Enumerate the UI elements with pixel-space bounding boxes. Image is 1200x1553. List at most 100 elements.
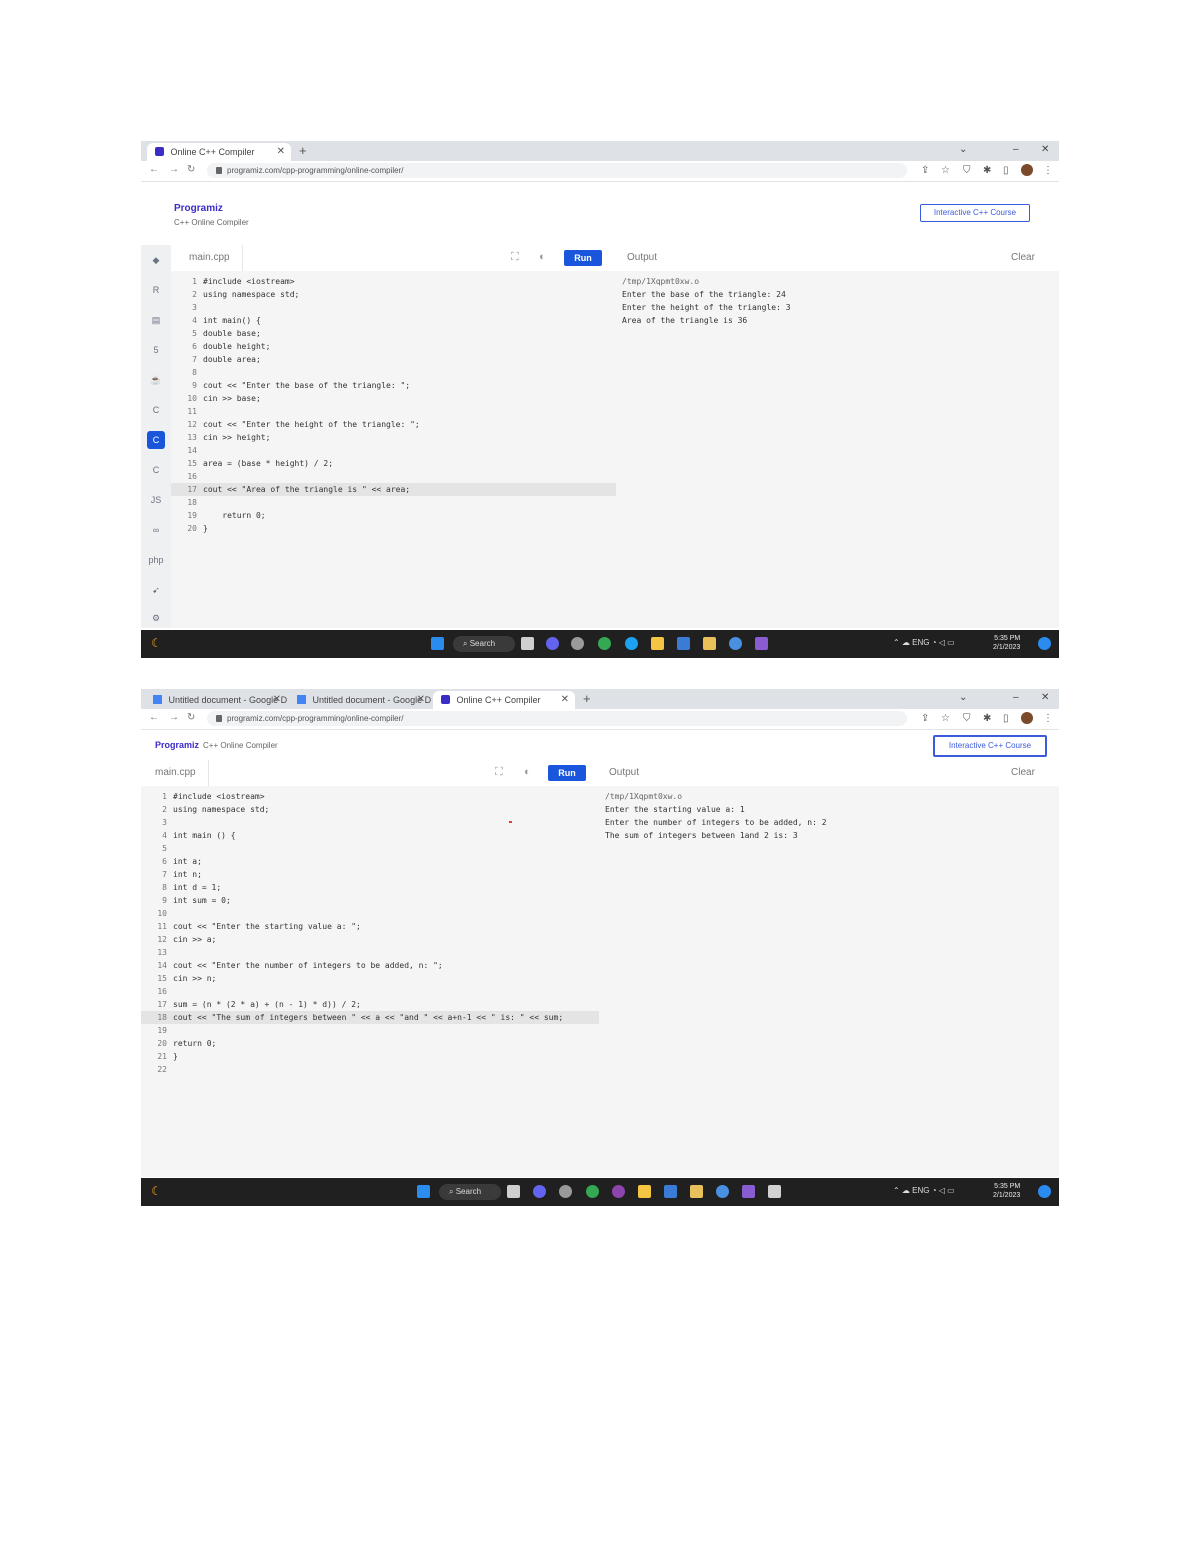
new-tab-button[interactable]: + — [299, 143, 307, 159]
taskbar-search[interactable]: ⌕ Search — [439, 1184, 501, 1200]
code-line[interactable]: 16 — [141, 985, 599, 998]
menu-icon[interactable]: ⋮ — [1043, 165, 1053, 176]
star-icon[interactable]: ☆ — [941, 713, 950, 724]
app-icon[interactable] — [768, 1185, 781, 1198]
run-button[interactable]: Run — [548, 765, 586, 781]
star-icon[interactable]: ☆ — [941, 165, 950, 176]
code-line[interactable]: 20} — [171, 522, 616, 535]
code-line[interactable]: 18 — [171, 496, 616, 509]
code-line[interactable]: 7 double area; — [171, 353, 616, 366]
code-line[interactable]: 14 — [171, 444, 616, 457]
browser-tab-0[interactable]: Untitled document - Google Docs ✕ — [145, 691, 287, 709]
code-line[interactable]: 14 cout << "Enter the number of integers … — [141, 959, 599, 972]
close-window-icon[interactable]: ✕ — [1041, 692, 1049, 703]
theme-icon[interactable]: ◐ — [539, 251, 546, 263]
clear-button[interactable]: Clear — [1011, 245, 1035, 271]
sql-icon[interactable]: ▤ — [147, 311, 165, 329]
file-explorer-icon[interactable] — [638, 1185, 651, 1198]
extensions-icon[interactable]: ✱ — [983, 165, 991, 176]
interactive-course-button[interactable]: Interactive C++ Course — [920, 204, 1030, 222]
close-tab-icon[interactable]: ✕ — [417, 691, 425, 709]
taskbar-clock[interactable]: 5:35 PM 2/1/2023 — [993, 634, 1020, 652]
forward-icon[interactable]: → — [169, 712, 179, 723]
system-tray[interactable]: ⌃ ☁ ENG ◔ ◁ ▭ — [893, 1186, 955, 1195]
code-line[interactable]: 19 return 0; — [171, 509, 616, 522]
code-line[interactable]: 21} — [141, 1050, 599, 1063]
close-tab-icon[interactable]: ✕ — [273, 691, 281, 709]
programiz-logo[interactable]: Programiz — [155, 740, 199, 750]
close-tab-icon[interactable]: ✕ — [277, 143, 285, 161]
php-icon[interactable]: php — [147, 551, 165, 569]
chrome-icon[interactable] — [598, 637, 611, 650]
code-line[interactable]: 10 — [141, 907, 599, 920]
run-button[interactable]: Run — [564, 250, 602, 266]
clear-button[interactable]: Clear — [1011, 760, 1035, 786]
code-editor[interactable]: 1 #include <iostream> 2 using namespace std… — [171, 271, 616, 628]
code-line[interactable]: 17 sum = (n * (2 * a) + (n - 1) * d)) / 2… — [141, 998, 599, 1011]
shield-icon[interactable]: ⛉ — [963, 165, 971, 176]
url-input[interactable]: programiz.com/cpp-programming/online-com… — [207, 711, 907, 726]
visual-studio-icon[interactable] — [755, 637, 768, 650]
back-icon[interactable]: ← — [149, 164, 159, 175]
avatar[interactable] — [1021, 712, 1033, 724]
settings-icon[interactable] — [559, 1185, 572, 1198]
sidepanel-icon[interactable]: ▯ — [1003, 713, 1009, 724]
html-icon[interactable]: 5 — [147, 341, 165, 359]
avatar[interactable] — [1021, 164, 1033, 176]
taskbar-clock[interactable]: 5:35 PM 2/1/2023 — [993, 1182, 1020, 1200]
minimize-icon[interactable]: – — [1013, 144, 1019, 155]
teams-icon[interactable] — [533, 1185, 546, 1198]
chevron-down-icon[interactable]: ⌄ — [959, 144, 967, 155]
task-view-icon[interactable] — [521, 637, 534, 650]
code-line[interactable]: 22 — [141, 1063, 599, 1076]
code-line[interactable]: 19 — [141, 1024, 599, 1037]
code-line[interactable]: 20 return 0; — [141, 1037, 599, 1050]
app-icon[interactable] — [703, 637, 716, 650]
cpp-icon[interactable]: C — [147, 431, 165, 449]
go-icon[interactable]: ∞ — [147, 521, 165, 539]
r-icon[interactable]: R — [147, 281, 165, 299]
browser-tab-1[interactable]: Untitled document - Google Docs ✕ — [289, 691, 431, 709]
code-line[interactable]: 9 int sum = 0; — [141, 894, 599, 907]
settings-icon[interactable] — [571, 637, 584, 650]
code-line[interactable]: 16 — [171, 470, 616, 483]
shield-icon[interactable]: ⛉ — [963, 713, 971, 724]
csharp-icon[interactable]: C — [147, 461, 165, 479]
code-line[interactable]: 7 int n; — [141, 868, 599, 881]
reload-icon[interactable]: ↻ — [187, 164, 195, 175]
java-icon[interactable]: ☕ — [147, 371, 165, 389]
code-line[interactable]: 8 — [171, 366, 616, 379]
chrome-icon[interactable] — [586, 1185, 599, 1198]
code-line[interactable]: 3 — [141, 816, 599, 829]
weather-icon[interactable]: ☾ — [151, 636, 162, 650]
task-view-icon[interactable] — [507, 1185, 520, 1198]
c-icon[interactable]: C — [147, 401, 165, 419]
file-tab-main-cpp[interactable]: main.cpp — [177, 245, 243, 271]
zoom-icon[interactable] — [716, 1185, 729, 1198]
code-line[interactable]: 2 using namespace std; — [171, 288, 616, 301]
js-icon[interactable]: JS — [147, 491, 165, 509]
code-line[interactable]: 5 double base; — [171, 327, 616, 340]
sidepanel-icon[interactable]: ▯ — [1003, 165, 1009, 176]
back-icon[interactable]: ← — [149, 712, 159, 723]
code-line[interactable]: 12 cin >> a; — [141, 933, 599, 946]
code-line[interactable]: 9 cout << "Enter the base of the triangle… — [171, 379, 616, 392]
help-icon[interactable] — [1038, 1185, 1051, 1198]
zoom-icon[interactable] — [729, 637, 742, 650]
code-line[interactable]: 17 cout << "Area of the triangle is " << … — [171, 483, 616, 496]
code-line[interactable]: 1 #include <iostream> — [141, 790, 599, 803]
code-line[interactable]: 11 cout << "Enter the starting value a: "… — [141, 920, 599, 933]
rust-icon[interactable]: ⚙ — [147, 609, 165, 627]
swift-icon[interactable]: ➹ — [147, 581, 165, 599]
weather-icon[interactable]: ☾ — [151, 1184, 162, 1198]
code-line[interactable]: 13 cin >> height; — [171, 431, 616, 444]
code-line[interactable]: 15 cin >> n; — [141, 972, 599, 985]
code-line[interactable]: 6 double height; — [171, 340, 616, 353]
interactive-course-button[interactable]: Interactive C++ Course — [933, 735, 1047, 757]
code-line[interactable]: 4 int main() { — [171, 314, 616, 327]
chevron-down-icon[interactable]: ⌄ — [959, 692, 967, 703]
code-line[interactable]: 6 int a; — [141, 855, 599, 868]
close-tab-icon[interactable]: ✕ — [561, 691, 569, 709]
visual-studio-icon[interactable] — [742, 1185, 755, 1198]
browser-tab-0[interactable]: Online C++ Compiler ✕ — [147, 143, 291, 161]
